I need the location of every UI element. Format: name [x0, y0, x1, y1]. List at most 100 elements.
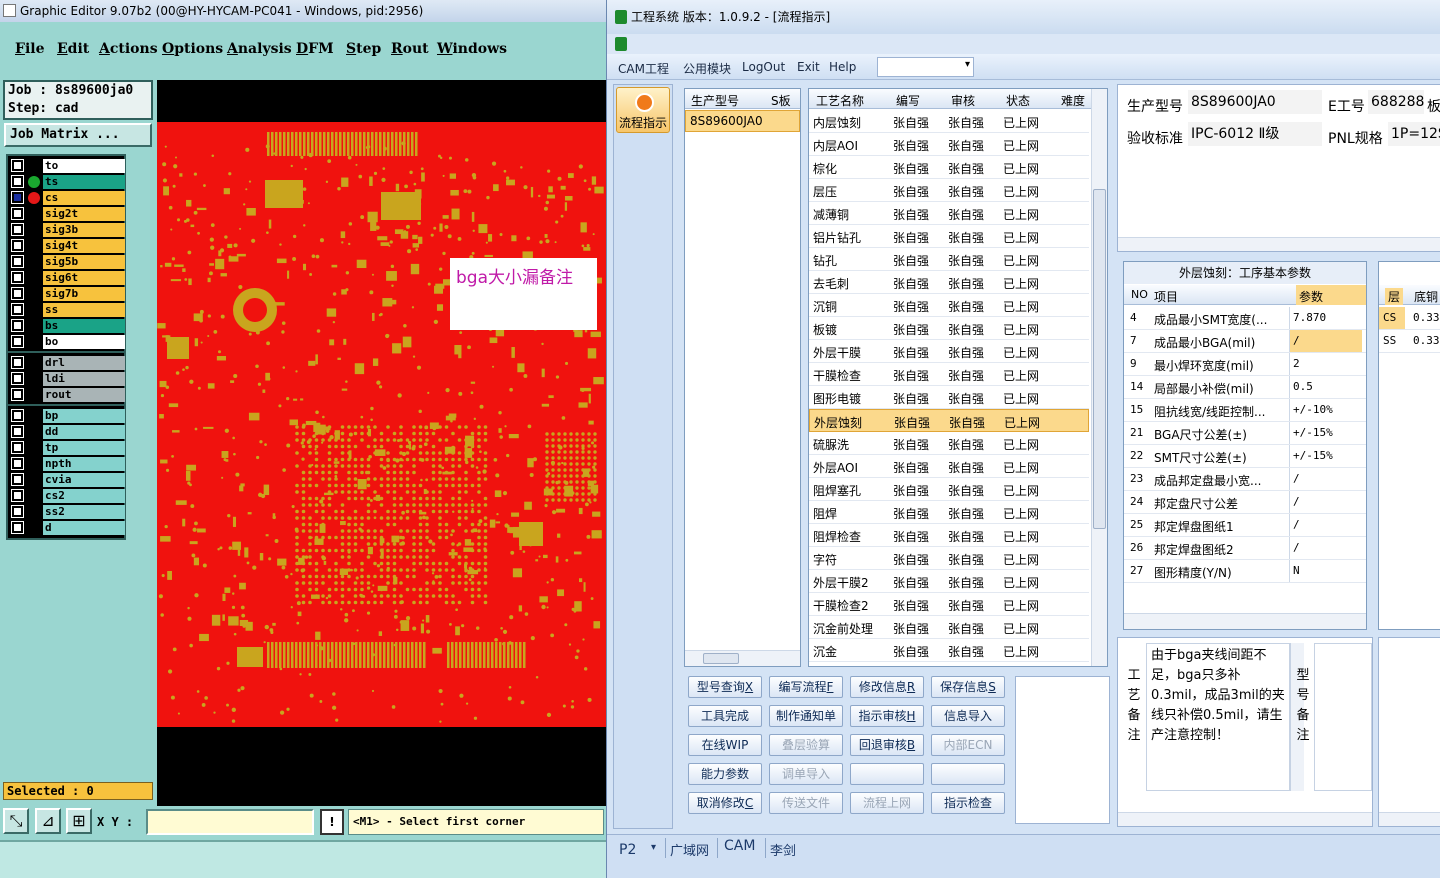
layer-name[interactable]: rout	[43, 388, 125, 402]
action-button[interactable]: 信息导入	[931, 705, 1005, 727]
action-button[interactable]: 保存信息S	[931, 676, 1005, 698]
layer-checkbox[interactable]	[11, 356, 24, 369]
layer-name[interactable]: sig6t	[43, 271, 125, 285]
action-button[interactable]	[931, 763, 1005, 785]
alert-icon[interactable]: !	[320, 809, 344, 835]
layer-row[interactable]: sig6t◢	[9, 270, 125, 286]
layer-name[interactable]: ss2	[43, 505, 125, 519]
layer-name[interactable]: cs2	[43, 489, 125, 503]
process-row[interactable]: 外层AOI 张自强 张自强 已上网	[809, 455, 1089, 478]
menu-dfm[interactable]: DFM	[296, 41, 334, 57]
layer-checkbox[interactable]	[11, 175, 24, 188]
layer-checkbox[interactable]	[11, 271, 24, 284]
layer-row[interactable]: rout	[9, 387, 125, 403]
layer-checkbox[interactable]	[11, 191, 24, 204]
layer-name[interactable]: bo	[43, 335, 125, 349]
action-button[interactable]: 叠层验算	[769, 734, 843, 756]
layer-name[interactable]: to	[43, 159, 125, 173]
process-row[interactable]: 铝片钻孔 张自强 张自强 已上网	[809, 225, 1089, 248]
layer-row[interactable]: ss2	[9, 504, 125, 520]
layer-checkbox[interactable]	[11, 159, 24, 172]
action-button[interactable]: 能力参数	[688, 763, 762, 785]
process-grid-vscroll[interactable]	[1091, 89, 1107, 666]
param-row[interactable]: 4 成品最小SMT宽度(... 7.870	[1124, 307, 1366, 330]
process-row[interactable]: 板镀 张自强 张自强 已上网	[809, 317, 1089, 340]
layer-name[interactable]: ss	[43, 303, 125, 317]
process-row[interactable]: 减薄铜 张自强 张自强 已上网	[809, 202, 1089, 225]
process-memo-text[interactable]: 由于bga夹线间距不足，bga只多补0.3mil，成品3mil的夹线只补偿0.5…	[1146, 643, 1290, 791]
process-row[interactable]: 内层蚀刻 张自强 张自强 已上网	[809, 110, 1089, 133]
process-row[interactable]: 图形电镀 张自强 张自强 已上网	[809, 386, 1089, 409]
process-row[interactable]: 外层干膜2 张自强 张自强 已上网	[809, 570, 1089, 593]
layer-name[interactable]: bp	[43, 409, 125, 423]
layer-checkbox[interactable]	[11, 303, 24, 316]
layer-checkbox[interactable]	[11, 239, 24, 252]
graphic-canvas[interactable]: bga大小漏备注	[157, 80, 606, 808]
layer-checkbox[interactable]	[11, 425, 24, 438]
menu-logout[interactable]: LogOut	[742, 60, 785, 74]
layer-row[interactable]: d	[9, 520, 125, 536]
param-row[interactable]: 27 图形精度(Y/N) N	[1124, 560, 1366, 583]
memo-hscroll[interactable]	[1118, 812, 1372, 826]
layer-checkbox[interactable]	[11, 388, 24, 401]
layer-name[interactable]: ldi	[43, 372, 125, 386]
params-hscroll[interactable]	[1124, 613, 1366, 629]
layer-row[interactable]: sig3b◢	[9, 222, 125, 238]
layer-row[interactable]: sig7b◢	[9, 286, 125, 302]
process-row[interactable]: 硫脲洗 张自强 张自强 已上网	[809, 432, 1089, 455]
param-row[interactable]: 25 邦定焊盘图纸1 /	[1124, 514, 1366, 537]
param-row[interactable]: 9 最小焊环宽度(mil) 2	[1124, 353, 1366, 376]
info-hscroll[interactable]	[1118, 237, 1440, 251]
layer-row[interactable]: sig2t◢	[9, 206, 125, 222]
param-row[interactable]: 14 局部最小补偿(mil) 0.5	[1124, 376, 1366, 399]
layer-checkbox[interactable]	[11, 255, 24, 268]
measure-icon[interactable]: ⊿	[35, 808, 61, 834]
action-button[interactable]: 指示审核H	[850, 705, 924, 727]
layer-row[interactable]: ldi	[9, 371, 125, 387]
param-row[interactable]: 26 邦定焊盘图纸2 /	[1124, 537, 1366, 560]
layer-row[interactable]: cs2	[9, 488, 125, 504]
action-button[interactable]: 传送文件	[769, 792, 843, 814]
layer-checkbox[interactable]	[11, 489, 24, 502]
process-row[interactable]: 棕化 张自强 张自强 已上网	[809, 156, 1089, 179]
menu-exit[interactable]: Exit	[797, 60, 820, 74]
layer-checkbox[interactable]	[11, 335, 24, 348]
layer-row[interactable]: sig5b◢	[9, 254, 125, 270]
process-row[interactable]: 阻焊塞孔 张自强 张自强 已上网	[809, 478, 1089, 501]
xy-input[interactable]	[146, 809, 314, 835]
menu-windows[interactable]: Windows	[437, 41, 507, 57]
menu-common[interactable]: 公用模块	[683, 60, 731, 77]
layer-name[interactable]: dd	[43, 425, 125, 439]
layer-checkbox[interactable]	[11, 319, 24, 332]
layer-name[interactable]: sig5b	[43, 255, 125, 269]
param-row[interactable]: 7 成品最小BGA(mil) /	[1124, 330, 1366, 353]
zoom-fit-icon[interactable]: ⤡	[3, 808, 29, 834]
process-row[interactable]: 去毛刺 张自强 张自强 已上网	[809, 271, 1089, 294]
action-button[interactable]: 型号查询X	[688, 676, 762, 698]
layer-row[interactable]: dd◢	[9, 424, 125, 440]
model-grid-hscroll[interactable]	[685, 650, 800, 666]
menu-cam-project[interactable]: CAM工程	[618, 60, 669, 77]
action-button[interactable]: 修改信息R	[850, 676, 924, 698]
layer-row[interactable]: cs◢▣	[9, 190, 125, 206]
layer-row[interactable]: npth	[9, 456, 125, 472]
layer-name[interactable]: drl	[43, 356, 125, 370]
process-row[interactable]: 沉铜 张自强 张自强 已上网	[809, 294, 1089, 317]
layer-name[interactable]: npth	[43, 457, 125, 471]
layer-name[interactable]: cvia	[43, 473, 125, 487]
param-row[interactable]: 23 成品邦定盘最小宽... /	[1124, 468, 1366, 491]
menu-edit[interactable]: Edit	[57, 41, 89, 57]
action-button[interactable]: 取消修改C	[688, 792, 762, 814]
menu-analysis[interactable]: Analysis	[227, 41, 292, 57]
layer-checkbox[interactable]	[11, 441, 24, 454]
process-row[interactable]: 干膜检查2 张自强 张自强 已上网	[809, 593, 1089, 616]
layer-row[interactable]: tp◢	[9, 440, 125, 456]
layer-row[interactable]: ss◢	[9, 302, 125, 318]
layer-row[interactable]: bs◢	[9, 318, 125, 334]
param-row[interactable]: 24 邦定盘尺寸公差 /	[1124, 491, 1366, 514]
layer-name[interactable]: sig4t	[43, 239, 125, 253]
menu-file[interactable]: File	[15, 41, 45, 57]
layer-name[interactable]: ts	[43, 175, 125, 189]
model-row[interactable]: 8S89600JA0	[685, 110, 800, 132]
layer-checkbox[interactable]	[11, 521, 24, 534]
